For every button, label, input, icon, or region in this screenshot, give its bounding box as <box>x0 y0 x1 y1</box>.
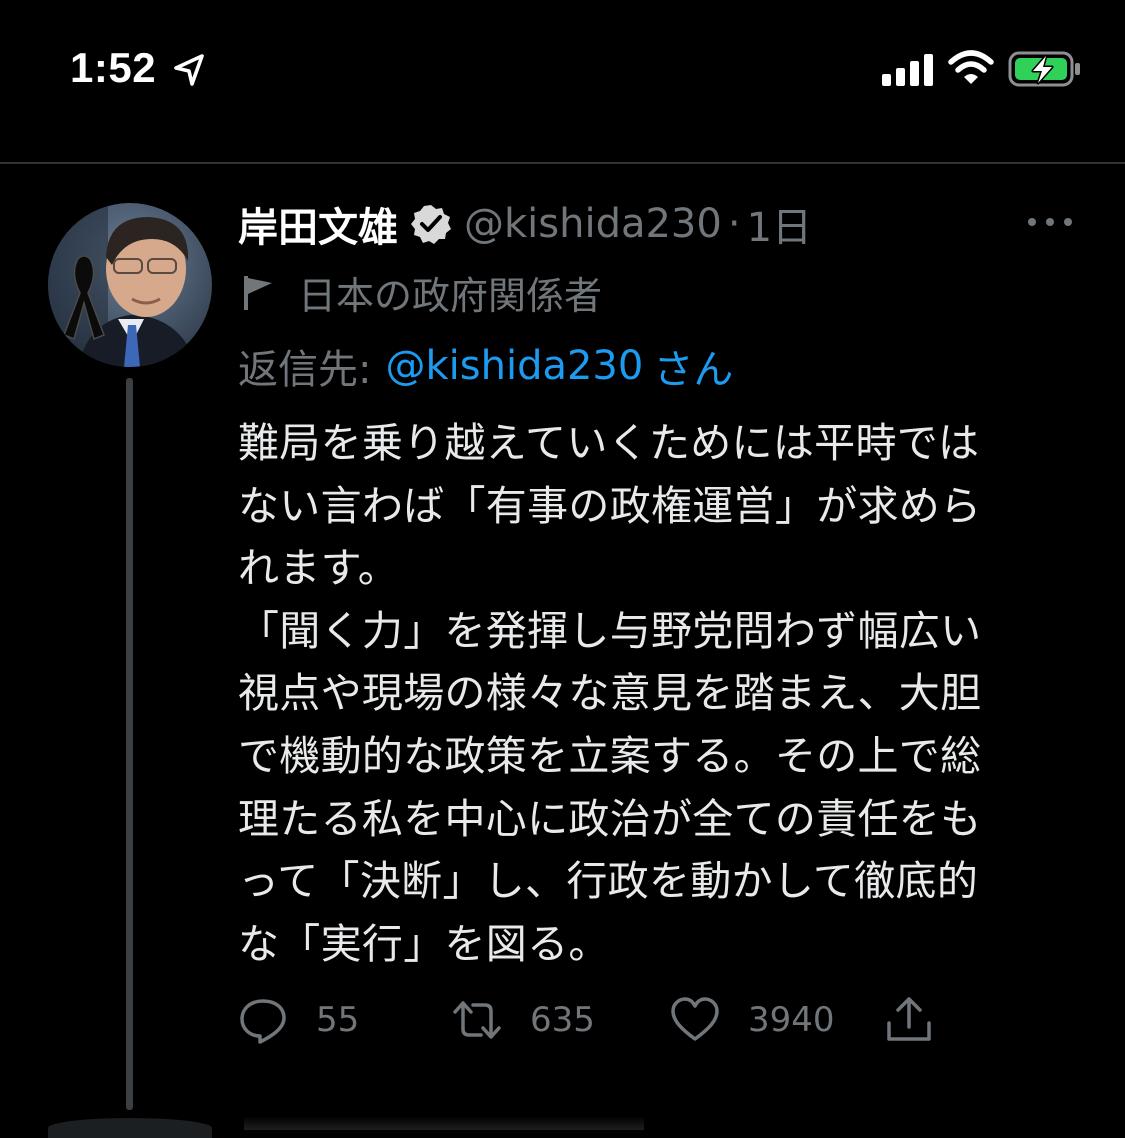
location-arrow-icon <box>174 54 204 86</box>
like-count: 3940 <box>748 1000 835 1040</box>
status-bar: 1:52 <box>0 0 1125 140</box>
tweet-body: 難局を乗り越えていくためには平時では ない言わば「有事の政権運営」が求めら れま… <box>238 412 1078 975</box>
account-label[interactable]: 日本の政府関係者 <box>238 264 602 320</box>
header-divider <box>0 162 1125 164</box>
flag-icon <box>244 276 272 310</box>
reply-context: 返信先: @kishida230 さん <box>238 338 733 394</box>
separator-dot: · <box>727 201 741 247</box>
avatar[interactable] <box>48 203 212 367</box>
retweet-count: 635 <box>530 1000 595 1040</box>
tweet-actions: 55 635 3940 <box>238 990 1078 1050</box>
tweet-header: 岸田文雄 @kishida230 · 1日 <box>238 194 812 254</box>
retweet-icon <box>453 1001 501 1039</box>
retweet-button[interactable]: 635 <box>452 990 595 1050</box>
tweet-text-line: って「決断」し、行政を動かして徹底的 <box>238 857 979 906</box>
tweet-text-line: れます。 <box>238 544 400 593</box>
next-tweet-preview <box>244 1116 644 1130</box>
reply-icon <box>240 999 286 1044</box>
tweet-text-line: 視点や現場の様々な意見を踏まえ、大胆 <box>238 669 982 718</box>
verified-badge-icon[interactable] <box>410 203 452 245</box>
avatar-photo <box>48 203 212 367</box>
tweet-text-line: 難局を乗り越えていくためには平時では <box>238 419 980 467</box>
tweet-timestamp[interactable]: 1日 <box>747 195 812 253</box>
tweet-text-line: な「実行」を図る。 <box>238 919 610 968</box>
like-button[interactable]: 3940 <box>670 990 835 1050</box>
tweet-text-line: ない言わば「有事の政権運営」が求めら <box>238 481 982 530</box>
reply-button[interactable]: 55 <box>238 990 359 1050</box>
share-button[interactable] <box>884 990 934 1050</box>
battery-charging-icon <box>1008 51 1080 87</box>
reply-to-link[interactable]: @kishida230 <box>385 343 643 389</box>
signal-bars-icon <box>882 54 933 86</box>
reply-prefix: 返信先: <box>238 347 372 393</box>
next-tweet-avatar <box>48 1118 212 1138</box>
account-label-text: 日本の政府関係者 <box>298 273 603 318</box>
wifi-icon <box>948 50 994 84</box>
status-time: 1:52 <box>70 44 157 91</box>
reply-count: 55 <box>316 1000 360 1040</box>
tweet-text-line: 理たる私を中心に政治が全ての責任をも <box>238 794 982 843</box>
author-handle[interactable]: @kishida230 <box>464 201 722 247</box>
share-icon <box>887 997 931 1041</box>
thread-line <box>126 378 133 1110</box>
tweet-text-line: で機動的な政策を立案する。その上で総 <box>238 731 982 780</box>
reply-suffix: さん <box>653 347 734 393</box>
tweet-text-line: 「聞く力」を発揮し与野党問わず幅広い <box>238 606 982 655</box>
more-options-icon[interactable] <box>1026 210 1074 234</box>
author-name[interactable]: 岸田文雄 <box>238 195 398 253</box>
heart-icon <box>671 997 719 1041</box>
